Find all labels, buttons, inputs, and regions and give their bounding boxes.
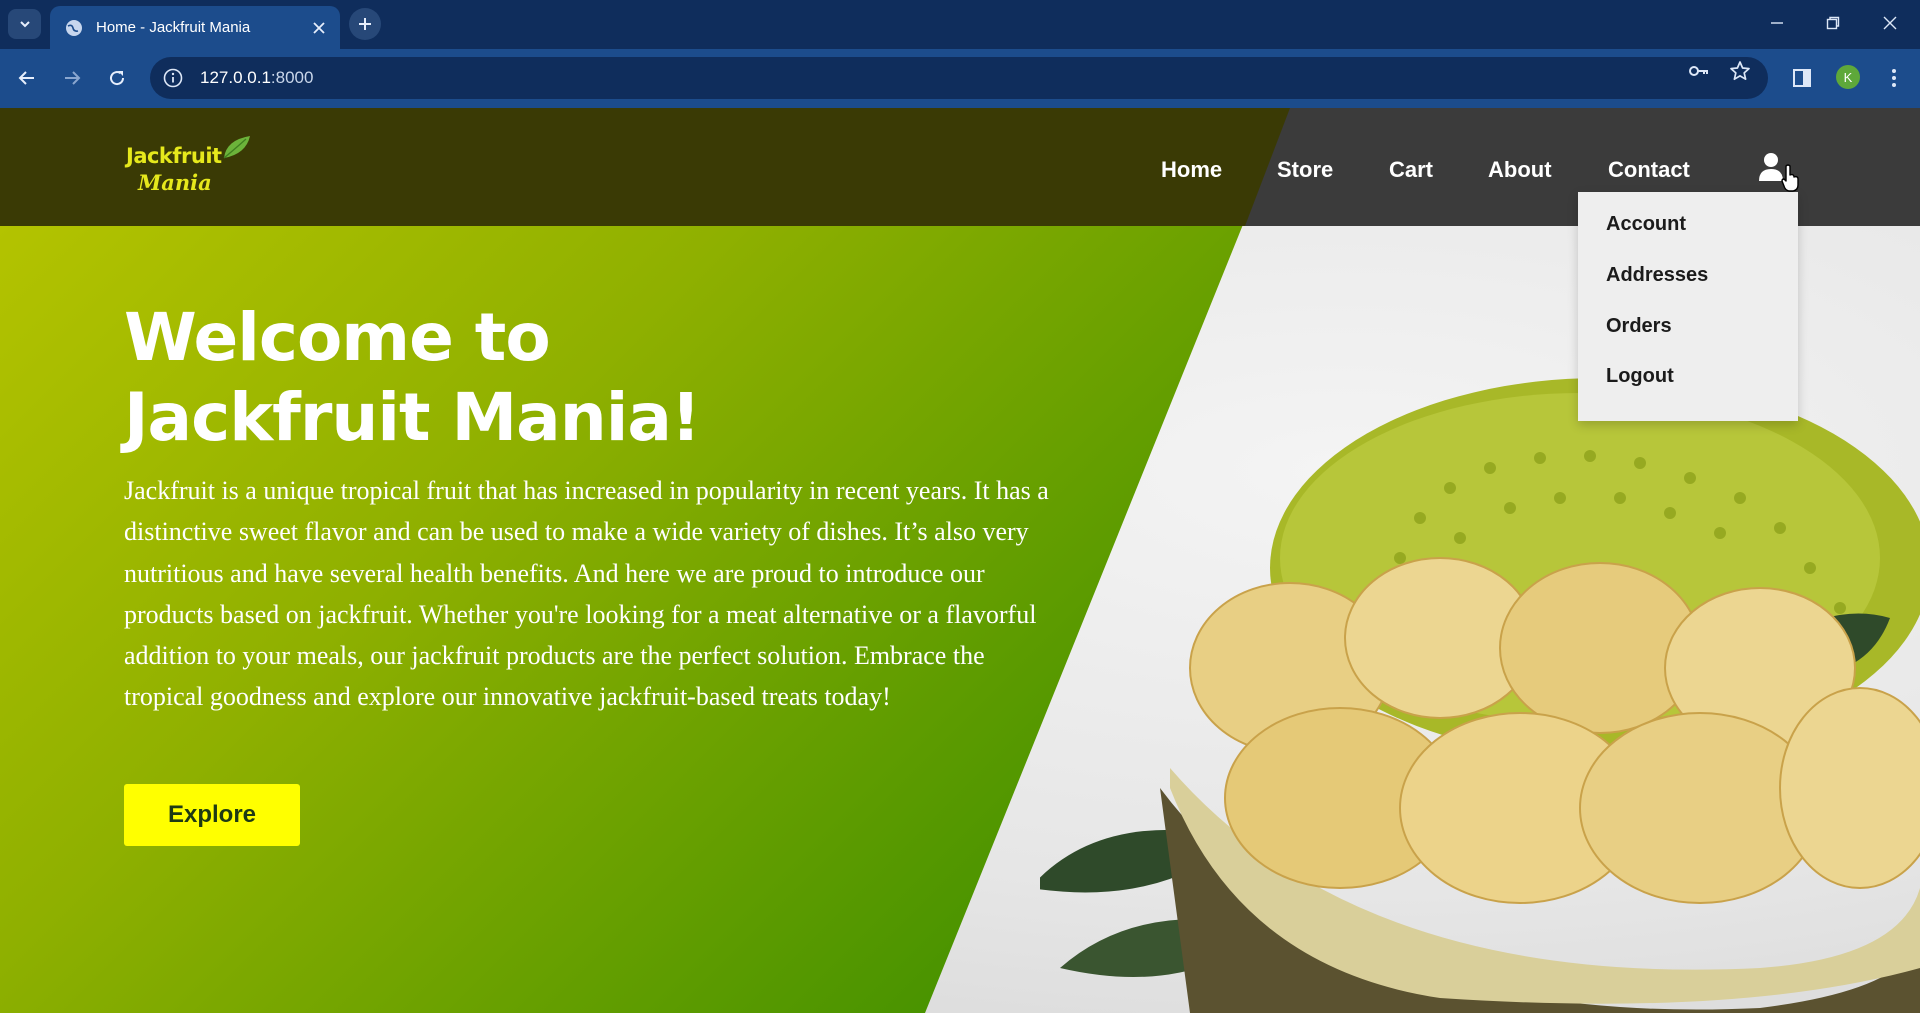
url-port: :8000 <box>270 68 314 87</box>
pointer-cursor-icon <box>1781 164 1799 192</box>
site-logo[interactable]: Jackfruit Mania <box>126 136 266 206</box>
forward-icon <box>65 71 81 85</box>
jackfruit-image <box>1040 378 1920 1013</box>
explore-button[interactable]: Explore <box>124 784 300 846</box>
leaf-icon <box>223 136 250 159</box>
new-tab-button[interactable] <box>349 8 381 40</box>
menu-item-addresses[interactable]: Addresses <box>1606 264 1708 287</box>
url-text[interactable]: 127.0.0.1:8000 <box>200 68 313 88</box>
nav-store[interactable]: Store <box>1277 157 1333 183</box>
kebab-menu-icon[interactable] <box>1882 66 1906 90</box>
back-icon <box>18 71 34 85</box>
menu-item-orders[interactable]: Orders <box>1606 315 1672 338</box>
nav-cart[interactable]: Cart <box>1389 157 1433 183</box>
profile-avatar[interactable]: K <box>1836 65 1860 89</box>
web-page: Jackfruit Mania Home Store Cart About Co… <box>0 108 1920 1013</box>
hero-title-line1: Welcome to <box>124 299 551 376</box>
minimize-button[interactable] <box>1759 8 1795 38</box>
close-icon <box>1883 16 1897 30</box>
nav-contact[interactable]: Contact <box>1608 157 1690 183</box>
logo-line1: Jackfruit <box>126 144 222 168</box>
restore-button[interactable] <box>1815 8 1851 38</box>
info-icon[interactable] <box>162 67 184 89</box>
browser-tab-strip: Home - Jackfruit Mania <box>0 0 1920 49</box>
menu-item-account[interactable]: Account <box>1606 213 1686 236</box>
close-tab-icon[interactable] <box>308 17 330 39</box>
user-dropdown-menu: Account Addresses Orders Logout <box>1578 192 1798 421</box>
logo-line2: Mania <box>138 170 212 195</box>
hero-title: Welcome to Jackfruit Mania! <box>124 298 1024 458</box>
address-bar[interactable]: 127.0.0.1:8000 <box>150 57 1768 99</box>
tab-title: Home - Jackfruit Mania <box>96 19 251 36</box>
close-window-button[interactable] <box>1872 8 1908 38</box>
back-button[interactable] <box>10 61 44 95</box>
hero-description: Jackfruit is a unique tropical fruit tha… <box>124 476 1049 712</box>
star-icon[interactable] <box>1728 59 1752 83</box>
restore-icon <box>1826 16 1840 30</box>
globe-icon <box>64 18 84 38</box>
nav-home[interactable]: Home <box>1161 157 1222 183</box>
browser-tab[interactable]: Home - Jackfruit Mania <box>50 6 340 49</box>
minimize-icon <box>1771 22 1783 24</box>
url-host: 127.0.0.1 <box>200 68 271 87</box>
forward-button[interactable] <box>55 61 89 95</box>
chevron-down-icon <box>19 21 30 28</box>
reload-icon <box>110 71 125 86</box>
reload-button[interactable] <box>100 61 134 95</box>
menu-item-logout[interactable]: Logout <box>1606 365 1674 388</box>
browser-toolbar: 127.0.0.1:8000 K <box>0 49 1920 108</box>
plus-icon <box>359 18 371 30</box>
sidebar-icon[interactable] <box>1790 66 1814 90</box>
hero-title-line2: Jackfruit Mania! <box>124 379 701 456</box>
tab-list-button[interactable] <box>8 9 41 39</box>
key-icon[interactable] <box>1687 59 1711 83</box>
nav-about[interactable]: About <box>1488 157 1552 183</box>
